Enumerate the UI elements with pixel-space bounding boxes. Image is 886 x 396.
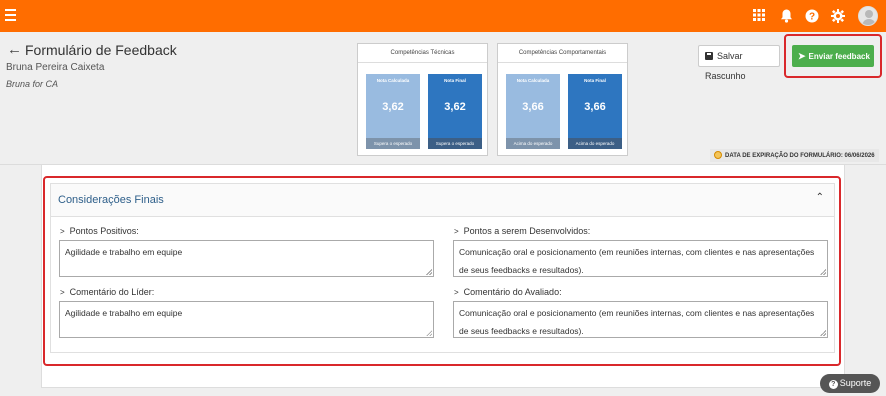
floppy-disk-icon (705, 52, 713, 60)
company-name: Bruna for CA (6, 79, 59, 89)
resize-handle-icon[interactable] (426, 269, 432, 275)
field-value: Comunicação oral e posicionamento (em re… (459, 247, 815, 275)
help-icon[interactable]: ? (805, 9, 819, 23)
apps-grid-icon[interactable] (752, 9, 766, 23)
comentario-avaliado-field[interactable]: Comunicação oral e posicionamento (em re… (453, 301, 828, 338)
support-button[interactable]: ? Suporte (820, 374, 880, 393)
comentario-avaliado-label: > Comentário do Avaliado: (454, 287, 562, 297)
chevron-right-icon: > (454, 227, 459, 236)
panel-title: Competências Técnicas (358, 44, 487, 63)
score-card-calculada: Nota Calculada 3,66 Acima do esperado (506, 74, 560, 149)
send-feedback-label: Enviar feedback (808, 52, 870, 61)
support-label: Suporte (839, 378, 872, 388)
bell-icon[interactable] (779, 9, 793, 23)
expiry-text: DATA DE EXPIRAÇÃO DO FORMULÁRIO: 06/06/2… (725, 153, 875, 159)
score-value: 3,66 (584, 101, 606, 113)
comentario-lider-field[interactable]: Agilidade e trabalho em equipe (59, 301, 434, 338)
pontos-positivos-field[interactable]: Agilidade e trabalho em equipe (59, 240, 434, 277)
chevron-up-icon[interactable]: ⌃ (816, 192, 824, 203)
employee-name: Bruna Pereira Caixeta (6, 62, 105, 73)
expiry-badge: DATA DE EXPIRAÇÃO DO FORMULÁRIO: 06/06/2… (710, 149, 879, 162)
top-bar: ? (0, 0, 886, 32)
label-text: Pontos Positivos: (69, 226, 139, 236)
score-card-calculada: Nota Calculada 3,62 Supera o esperado (366, 74, 420, 149)
page-header: ← Formulário de Feedback Bruna Pereira C… (0, 32, 886, 165)
field-value: Agilidade e trabalho em equipe (65, 247, 183, 257)
pontos-positivos-label: > Pontos Positivos: (60, 226, 139, 236)
score-card-final: Nota Final 3,66 Acima do esperado (568, 74, 622, 149)
resize-handle-icon[interactable] (820, 330, 826, 336)
panel-title: Competências Comportamentais (498, 44, 627, 63)
label-text: Comentário do Líder: (69, 287, 155, 297)
field-value: Agilidade e trabalho em equipe (65, 308, 183, 318)
back-arrow-icon[interactable]: ← (7, 41, 22, 58)
score-footer: Acima do esperado (568, 138, 622, 149)
save-draft-button[interactable]: Salvar Rascunho (698, 45, 780, 81)
send-feedback-button[interactable]: ➤ Enviar feedback (792, 45, 874, 67)
score-label: Nota Calculada (516, 78, 550, 83)
score-card-final: Nota Final 3,62 Supera o esperado (428, 74, 482, 149)
panel-title: Considerações Finais (58, 194, 164, 206)
label-text: Pontos a serem Desenvolvidos: (463, 226, 591, 236)
final-considerations-panel: Considerações Finais ⌃ > Pontos Positivos… (50, 183, 835, 353)
pontos-desenvolver-field[interactable]: Comunicação oral e posicionamento (em re… (453, 240, 828, 277)
score-label: Nota Final (444, 78, 466, 83)
chevron-right-icon: > (60, 227, 65, 236)
score-footer: Supera o esperado (366, 138, 420, 149)
pontos-desenvolver-label: > Pontos a serem Desenvolvidos: (454, 226, 590, 236)
page-title: Formulário de Feedback (25, 42, 177, 58)
score-value: 3,62 (382, 101, 404, 113)
score-value: 3,62 (444, 101, 466, 113)
clock-icon (714, 151, 722, 159)
chevron-right-icon: > (60, 288, 65, 297)
final-considerations-highlight: Considerações Finais ⌃ > Pontos Positivos… (43, 176, 841, 366)
avatar[interactable] (858, 6, 878, 26)
gear-icon[interactable] (831, 9, 845, 23)
score-label: Nota Final (584, 78, 606, 83)
score-label: Nota Calculada (376, 78, 410, 83)
chevron-right-icon: > (454, 288, 459, 297)
svg-text:?: ? (809, 12, 815, 23)
score-footer: Acima do esperado (506, 138, 560, 149)
field-value: Comunicação oral e posicionamento (em re… (459, 308, 815, 336)
send-icon: ➤ (798, 51, 806, 61)
competencias-comportamentais-panel: Competências Comportamentais Nota Calcul… (497, 43, 628, 156)
send-feedback-highlight: ➤ Enviar feedback (784, 34, 882, 78)
score-footer: Supera o esperado (428, 138, 482, 149)
panel-header[interactable]: Considerações Finais ⌃ (51, 184, 834, 217)
competencias-tecnicas-panel: Competências Técnicas Nota Calculada 3,6… (357, 43, 488, 156)
resize-handle-icon[interactable] (820, 269, 826, 275)
resize-handle-icon[interactable] (426, 330, 432, 336)
label-text: Comentário do Avaliado: (463, 287, 562, 297)
score-value: 3,66 (522, 101, 544, 113)
comentario-lider-label: > Comentário do Líder: (60, 287, 154, 297)
help-icon: ? (828, 380, 838, 389)
menu-icon[interactable] (5, 9, 16, 21)
